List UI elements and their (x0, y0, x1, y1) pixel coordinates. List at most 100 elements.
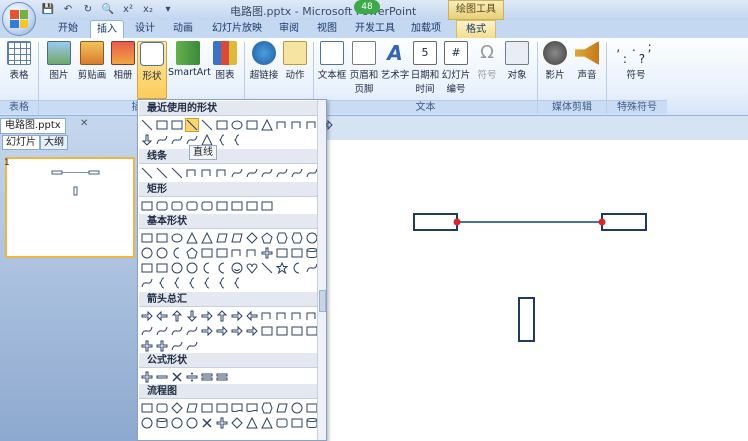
shape-option[interactable] (141, 134, 153, 146)
shape-option[interactable] (276, 402, 288, 414)
shape-option[interactable] (216, 417, 228, 429)
shape-option[interactable] (246, 325, 258, 337)
textbox-button[interactable]: 文本框 (316, 41, 348, 81)
shape-option[interactable] (141, 417, 153, 429)
shape-option[interactable] (186, 371, 198, 383)
resistor-right[interactable] (601, 213, 647, 231)
tab-animation[interactable]: 动画 (166, 20, 200, 38)
shape-option[interactable] (291, 325, 303, 337)
customize-icon[interactable]: ▾ (160, 2, 176, 18)
slide-canvas[interactable] (326, 140, 748, 441)
shape-option[interactable] (291, 262, 303, 274)
shape-option[interactable] (276, 247, 288, 259)
shape-option[interactable] (141, 310, 153, 322)
shape-option[interactable] (156, 262, 168, 274)
shape-option[interactable] (261, 417, 273, 429)
shape-option[interactable] (246, 247, 258, 259)
shape-option[interactable] (171, 417, 183, 429)
tab-format[interactable]: 格式 (456, 20, 496, 38)
shape-option[interactable] (216, 277, 228, 289)
shape-option[interactable] (171, 247, 183, 259)
tab-view[interactable]: 视图 (310, 20, 344, 38)
chart-button[interactable]: 图表 (210, 41, 240, 81)
shape-option[interactable] (186, 262, 198, 274)
shape-option[interactable] (216, 371, 228, 383)
shape-option[interactable] (216, 119, 228, 131)
shape-option[interactable] (231, 310, 243, 322)
tab-outline[interactable]: 大纲 (40, 135, 68, 150)
shape-option[interactable] (291, 247, 303, 259)
shape-option[interactable] (156, 119, 168, 131)
shape-option[interactable] (141, 232, 153, 244)
movie-button[interactable]: 影片 (540, 41, 570, 81)
shape-option[interactable] (231, 200, 243, 212)
symbol-button[interactable]: Ω 符号 (472, 41, 502, 81)
shape-option[interactable] (171, 134, 183, 146)
shape-option[interactable] (201, 402, 213, 414)
superscript-icon[interactable]: x² (120, 2, 136, 18)
connection-point-right[interactable] (598, 218, 606, 226)
shape-option[interactable] (261, 262, 273, 274)
shape-option[interactable] (231, 277, 243, 289)
resistor-left[interactable] (413, 213, 458, 231)
tab-slides[interactable]: 幻灯片 (2, 135, 40, 150)
shape-option[interactable] (201, 232, 213, 244)
shape-option[interactable] (261, 200, 273, 212)
shape-option[interactable] (201, 247, 213, 259)
shape-option[interactable] (261, 247, 273, 259)
shape-option[interactable] (216, 134, 228, 146)
shape-option[interactable] (216, 262, 228, 274)
shape-option[interactable] (201, 325, 213, 337)
shape-option[interactable] (291, 402, 303, 414)
shape-option[interactable] (201, 277, 213, 289)
shape-option[interactable] (141, 200, 153, 212)
shape-option[interactable] (231, 119, 243, 131)
shape-option[interactable] (276, 417, 288, 429)
shape-option[interactable] (171, 340, 183, 352)
tab-design[interactable]: 设计 (128, 20, 162, 38)
dropdown-scrollbar[interactable] (317, 100, 326, 440)
tab-addins[interactable]: 加载项 (404, 20, 448, 38)
shape-option[interactable] (216, 402, 228, 414)
shape-option[interactable] (276, 232, 288, 244)
shape-option[interactable] (231, 402, 243, 414)
shape-option[interactable] (141, 247, 153, 259)
shape-option[interactable] (291, 167, 303, 179)
shape-option[interactable] (246, 119, 258, 131)
shape-option[interactable] (246, 402, 258, 414)
shape-option[interactable] (171, 325, 183, 337)
shape-option[interactable] (231, 262, 243, 274)
shape-option[interactable] (201, 371, 213, 383)
shape-option[interactable] (141, 167, 153, 179)
tab-slideshow[interactable]: 幻灯片放映 (206, 20, 268, 38)
shape-option[interactable] (246, 200, 258, 212)
smartart-button[interactable]: SmartArt (168, 41, 211, 78)
scroll-thumb[interactable] (319, 290, 326, 312)
shape-option[interactable] (216, 232, 228, 244)
shape-option[interactable] (261, 119, 273, 131)
shape-option[interactable] (216, 310, 228, 322)
shape-option[interactable] (156, 134, 168, 146)
shape-option[interactable] (171, 402, 183, 414)
special-symbol-button[interactable]: , . ;: ? 符号 (614, 41, 658, 81)
shape-option[interactable] (156, 277, 168, 289)
shape-option[interactable] (186, 277, 198, 289)
shape-option[interactable] (216, 200, 228, 212)
hyperlink-button[interactable]: 超链接 (248, 41, 280, 81)
subscript-icon[interactable]: x₂ (140, 2, 156, 18)
shape-option[interactable] (186, 200, 198, 212)
shape-option[interactable] (276, 325, 288, 337)
redo-icon[interactable]: ↻ (80, 2, 96, 18)
connection-point-left[interactable] (453, 218, 461, 226)
shapes-button[interactable]: 形状 (137, 41, 167, 99)
shape-option[interactable] (231, 247, 243, 259)
shape-option[interactable] (141, 119, 153, 131)
undo-icon[interactable]: ↶ (60, 2, 76, 18)
shape-option[interactable] (156, 200, 168, 212)
shape-option[interactable] (141, 371, 153, 383)
tab-insert[interactable]: 插入 (90, 20, 124, 39)
shape-option[interactable] (156, 167, 168, 179)
shape-option[interactable] (201, 310, 213, 322)
datetime-button[interactable]: 5 日期和时间 (410, 41, 440, 95)
shape-option[interactable] (156, 310, 168, 322)
